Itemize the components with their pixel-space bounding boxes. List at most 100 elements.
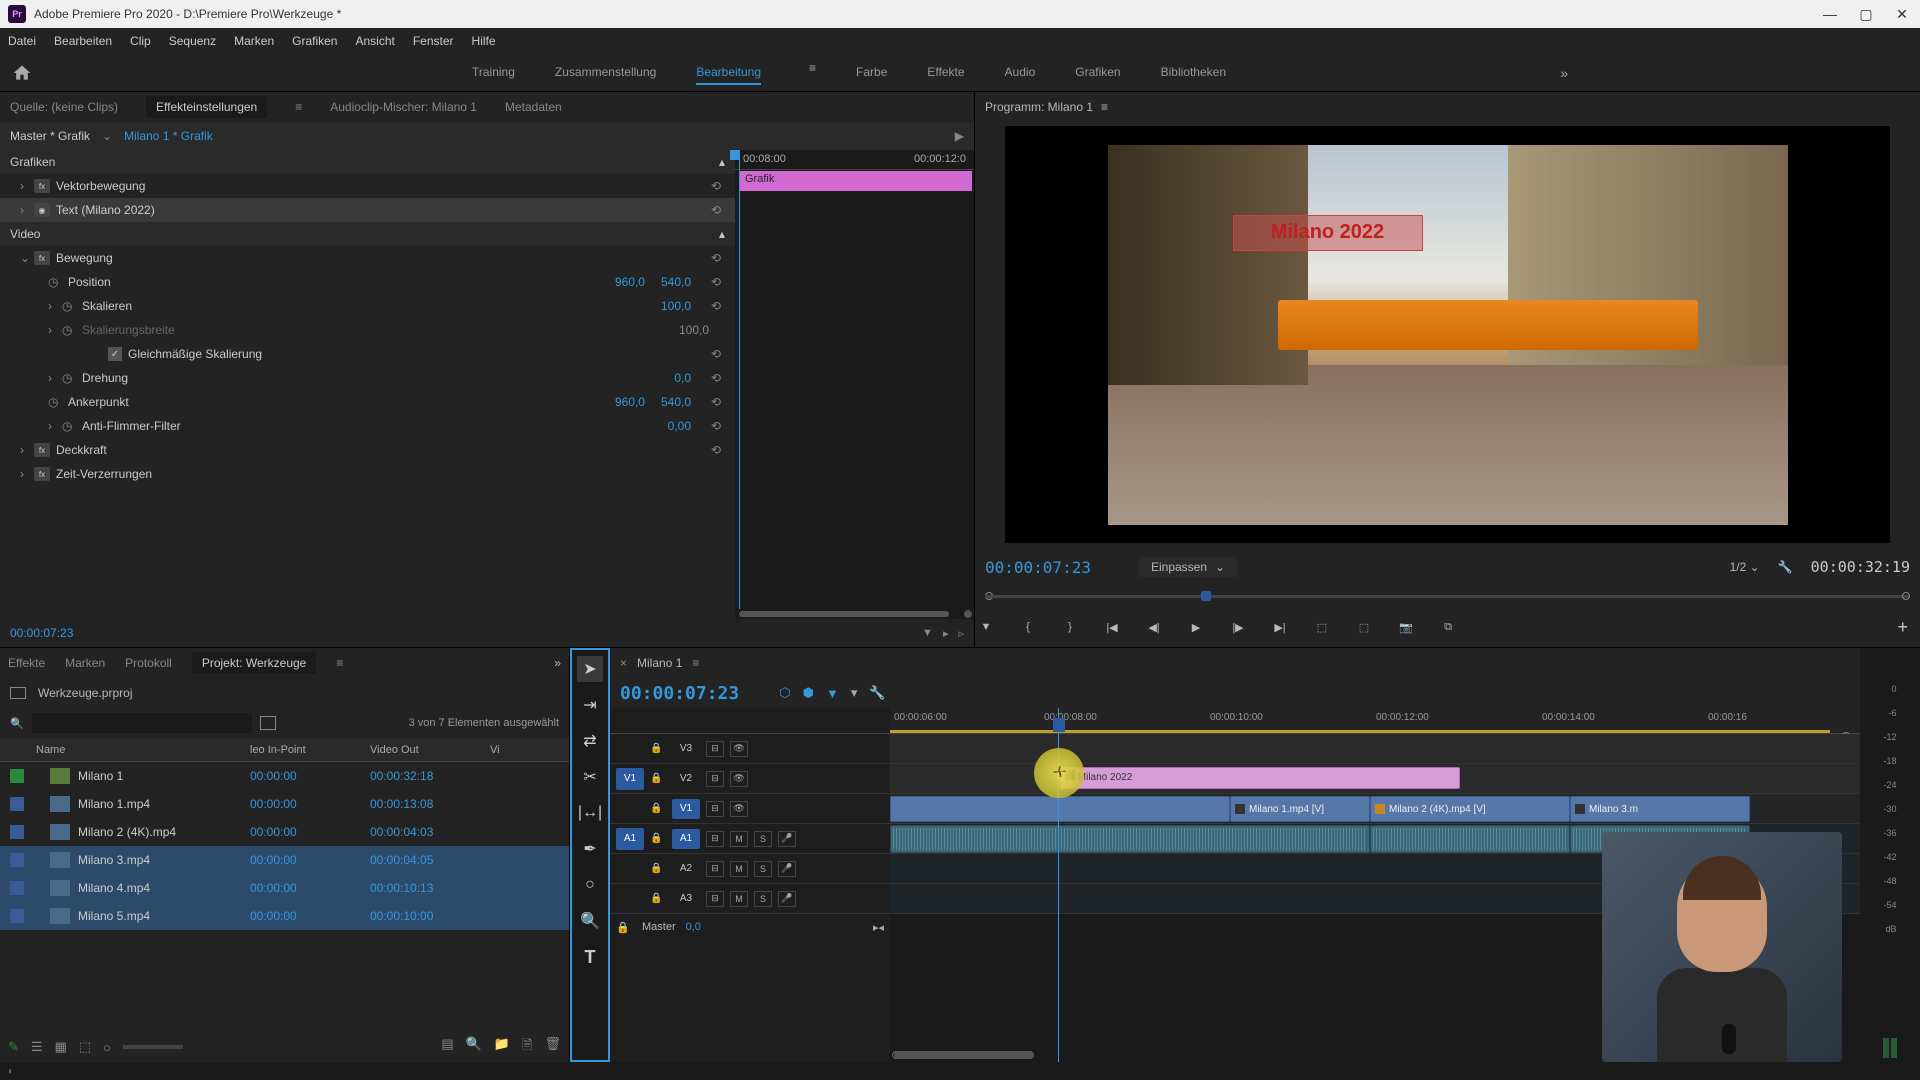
list-icon[interactable]: ☰: [31, 1039, 43, 1055]
voice-over-icon[interactable]: 🎤: [778, 831, 796, 847]
item-in[interactable]: 00:00:00: [250, 797, 370, 811]
lock-icon[interactable]: 🔒: [616, 921, 632, 934]
sync-lock-icon[interactable]: ⊟: [706, 771, 724, 787]
effect-current-time[interactable]: 00:00:07:23: [10, 626, 73, 640]
tab-effekte[interactable]: Effekte: [8, 656, 45, 670]
track-header-v3[interactable]: 🔒 V3 ⊟ 👁: [610, 734, 890, 764]
label-chip[interactable]: [10, 797, 24, 811]
track-v1[interactable]: Milano 1.mp4 [V] Milano 2 (4K).mp4 [V] M…: [890, 794, 1860, 824]
row-gleichmaessig[interactable]: ✓ Gleichmäßige Skalierung ⟲: [0, 342, 735, 366]
expand-icon[interactable]: ›: [20, 467, 34, 481]
tab-marken[interactable]: Marken: [65, 656, 105, 670]
program-scrub-bar[interactable]: [985, 587, 1910, 607]
label-chip[interactable]: [10, 853, 24, 867]
timeline-ruler[interactable]: 00:00:06:00 00:00:08:00 00:00:10:00 00:0…: [890, 708, 1860, 734]
sequence-tab[interactable]: Milano 1: [637, 656, 682, 670]
row-zeitverzerrungen[interactable]: › fx Zeit-Verzerrungen: [0, 462, 735, 486]
item-out[interactable]: 00:00:10:00: [370, 909, 490, 923]
collapse-icon[interactable]: ▴: [719, 155, 725, 169]
fx-badge[interactable]: fx: [34, 251, 50, 265]
lift-icon[interactable]: ⬚: [1311, 616, 1333, 638]
menu-bearbeiten[interactable]: Bearbeiten: [54, 34, 112, 48]
ws-overflow-icon[interactable]: »: [1560, 65, 1568, 81]
row-deckkraft[interactable]: › fx Deckkraft ⟲: [0, 438, 735, 462]
program-viewer[interactable]: Milano 2022: [1005, 126, 1890, 543]
sync-lock-icon[interactable]: ⊟: [706, 891, 724, 907]
hand-tool[interactable]: 🔍: [577, 908, 603, 934]
track-label-v2[interactable]: V2: [672, 769, 700, 789]
mark-in-icon[interactable]: {: [1017, 616, 1039, 638]
ws-grafiken[interactable]: Grafiken: [1075, 61, 1120, 85]
sync-lock-icon[interactable]: ⊟: [706, 831, 724, 847]
track-header-a2[interactable]: 🔒 A2 ⊟ M S 🎤: [610, 854, 890, 884]
project-row[interactable]: Milano 3.mp400:00:0000:00:04:05: [0, 846, 569, 874]
tab-overflow-icon[interactable]: »: [554, 656, 561, 670]
project-row[interactable]: Milano 100:00:0000:00:32:18: [0, 762, 569, 790]
tab-projekt[interactable]: Projekt: Werkzeuge: [192, 652, 317, 674]
project-row[interactable]: Milano 4.mp400:00:0000:00:10:13: [0, 874, 569, 902]
item-in[interactable]: 00:00:00: [250, 909, 370, 923]
row-ankerpunkt[interactable]: ◷ Ankerpunkt 960,0 540,0 ⟲: [0, 390, 735, 414]
item-out[interactable]: 00:00:04:03: [370, 825, 490, 839]
mute-icon[interactable]: M: [730, 861, 748, 877]
marker-icon[interactable]: ▼: [826, 686, 839, 701]
reset-icon[interactable]: ⟲: [707, 395, 725, 409]
io-in-icon[interactable]: ▸: [943, 627, 949, 640]
solo-icon[interactable]: S: [754, 891, 772, 907]
uniform-scale-checkbox[interactable]: ✓: [108, 347, 122, 361]
item-in[interactable]: 00:00:00: [250, 769, 370, 783]
settings-icon[interactable]: 🔧: [1778, 560, 1793, 574]
sequence-menu-icon[interactable]: ≡: [692, 656, 699, 670]
goto-in-icon[interactable]: |◀: [1101, 616, 1123, 638]
ripple-edit-tool[interactable]: ⇄: [577, 728, 603, 754]
freeform-view-icon[interactable]: ⬚: [79, 1039, 91, 1055]
item-out[interactable]: 00:00:13:08: [370, 797, 490, 811]
add-marker-icon[interactable]: ▼: [975, 616, 997, 638]
maximize-button[interactable]: ▢: [1856, 6, 1876, 23]
reset-icon[interactable]: ⟲: [707, 179, 725, 193]
label-chip[interactable]: [10, 909, 24, 923]
src-patch-v1[interactable]: V1: [616, 768, 644, 790]
track-label-a1[interactable]: A1: [672, 829, 700, 849]
zoom-out-icon[interactable]: ○: [103, 1040, 111, 1055]
menu-ansicht[interactable]: Ansicht: [355, 34, 394, 48]
et-scroll-handle[interactable]: [739, 611, 949, 617]
icon-view-icon[interactable]: ▦: [55, 1039, 67, 1055]
toggle-output-icon[interactable]: 👁: [730, 741, 748, 757]
voice-over-icon[interactable]: 🎤: [778, 891, 796, 907]
ws-effekte[interactable]: Effekte: [927, 61, 964, 85]
timeline-playhead-head[interactable]: [1053, 718, 1065, 732]
group-video[interactable]: Video ▴: [0, 222, 735, 246]
fx-badge[interactable]: fx: [34, 467, 50, 481]
program-time[interactable]: 00:00:07:23: [985, 558, 1091, 577]
stopwatch-icon[interactable]: ◷: [62, 371, 76, 385]
ws-menu-icon[interactable]: ≡: [809, 61, 816, 85]
filter-icon[interactable]: ▼: [922, 627, 933, 640]
freeform-icon[interactable]: ✎: [8, 1039, 19, 1055]
lock-icon[interactable]: 🔒: [650, 833, 666, 844]
effect-play-icon[interactable]: ▶: [955, 129, 964, 143]
label-chip[interactable]: [10, 825, 24, 839]
stopwatch-icon[interactable]: ◷: [48, 275, 62, 289]
list-view-icon[interactable]: [260, 716, 276, 730]
lock-icon[interactable]: 🔒: [650, 863, 666, 874]
anker-x[interactable]: 960,0: [615, 395, 645, 409]
sync-lock-icon[interactable]: ⊟: [706, 861, 724, 877]
fx-badge[interactable]: fx: [34, 443, 50, 457]
rectangle-tool[interactable]: ○: [577, 872, 603, 898]
row-antiflimmer[interactable]: › ◷ Anti-Flimmer-Filter 0,00 ⟲: [0, 414, 735, 438]
project-search-input[interactable]: [32, 713, 252, 733]
project-row[interactable]: Milano 5.mp400:00:0000:00:10:00: [0, 902, 569, 930]
reset-icon[interactable]: ⟲: [707, 299, 725, 313]
tab-quelle[interactable]: Quelle: (keine Clips): [10, 100, 118, 114]
wrench-icon[interactable]: 🔧: [869, 685, 885, 701]
zoom-dropdown[interactable]: 1/2 ⌄: [1730, 560, 1760, 574]
ws-zusammenstellung[interactable]: Zusammenstellung: [555, 61, 656, 85]
program-menu-icon[interactable]: ≡: [1101, 100, 1108, 114]
reset-icon[interactable]: ⟲: [707, 443, 725, 457]
position-y[interactable]: 540,0: [661, 275, 691, 289]
expand-icon[interactable]: ›: [48, 371, 62, 385]
menu-hilfe[interactable]: Hilfe: [472, 34, 496, 48]
label-chip[interactable]: [10, 881, 24, 895]
expand-icon[interactable]: ›: [48, 299, 62, 313]
